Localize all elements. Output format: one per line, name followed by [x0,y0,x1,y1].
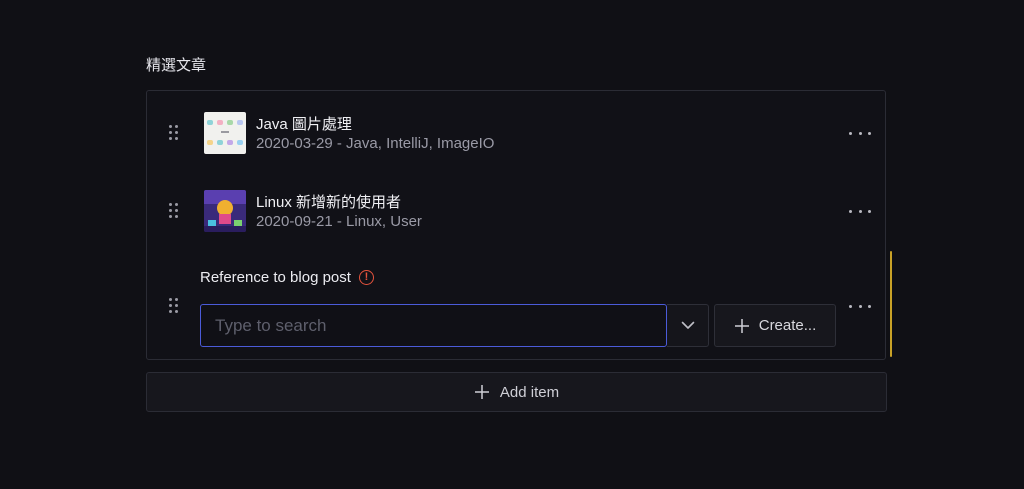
chevron-down-icon [681,321,694,329]
add-item-button[interactable]: Add item [146,372,887,412]
drag-handle-icon[interactable] [169,125,179,141]
reference-label: Reference to blog post ! [200,269,374,286]
plus-icon [734,318,749,333]
java-image-thumbnail [204,112,246,154]
item-subtitle: 2020-09-21 - Linux, User [256,213,422,230]
more-options-icon[interactable] [849,300,871,312]
more-options-icon[interactable] [849,205,871,217]
create-button-label: Create... [758,317,817,334]
item-title: Linux 新增新的使用者 [256,194,402,211]
reference-search-input[interactable] [200,304,667,347]
warning-icon[interactable]: ! [358,270,374,285]
scroll-indicator [890,251,892,357]
field-label: 精選文章 [146,57,207,74]
list-item[interactable]: Linux 新增新的使用者 2020-09-21 - Linux, User [147,181,885,241]
drag-handle-icon[interactable] [169,203,179,219]
reference-label-text: Reference to blog post [200,269,351,286]
item-subtitle: 2020-03-29 - Java, IntelliJ, ImageIO [256,135,495,152]
dropdown-toggle-button[interactable] [667,304,709,347]
add-item-label: Add item [499,383,560,401]
list-item[interactable]: Java 圖片處理 2020-03-29 - Java, IntelliJ, I… [147,103,885,163]
drag-handle-icon[interactable] [169,298,179,314]
more-options-icon[interactable] [849,127,871,139]
array-list: Java 圖片處理 2020-03-29 - Java, IntelliJ, I… [146,90,886,360]
item-title: Java 圖片處理 [256,116,352,133]
create-button[interactable]: Create... [714,304,836,347]
linux-user-thumbnail [204,190,246,232]
plus-icon [474,385,489,399]
